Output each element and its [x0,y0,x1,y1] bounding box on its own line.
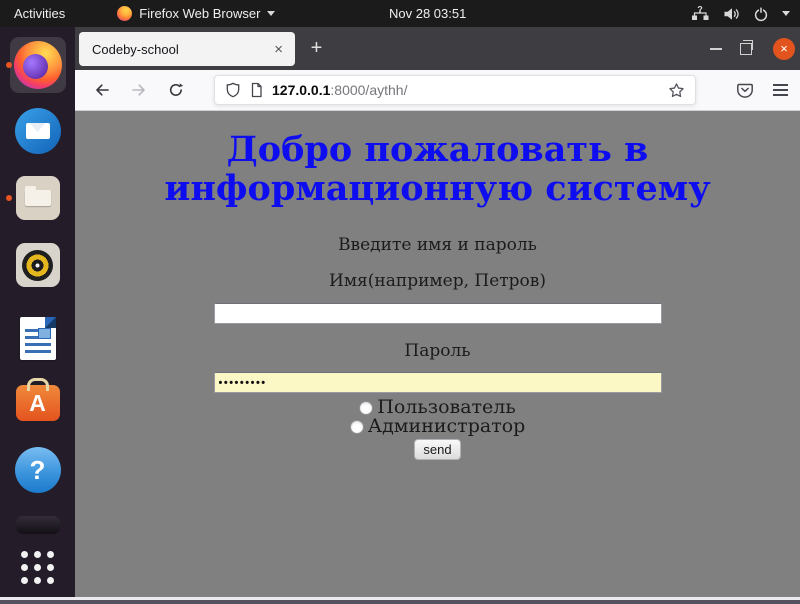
svg-text:?: ? [697,6,703,15]
rhythmbox-icon [16,243,60,287]
running-indicator [6,62,12,68]
show-applications-icon [21,551,54,584]
navigation-toolbar: 127.0.0.1:8000/aythh/ [75,70,800,111]
firefox-icon [14,41,62,89]
back-icon [94,82,110,98]
dock-thunderbird[interactable] [10,103,66,159]
pocket-icon[interactable] [736,82,754,99]
firefox-mini-icon [117,6,132,21]
radio-admin[interactable] [350,420,364,434]
name-input[interactable] [214,303,662,324]
window-bottom-edge [0,597,800,600]
window-controls: × [710,27,795,70]
back-button[interactable] [87,75,117,105]
dock-rhythmbox[interactable] [10,237,66,293]
dark-app-icon [16,516,60,534]
system-status-area[interactable]: ? [691,0,790,27]
ubuntu-dock: A ? [0,27,75,597]
clock[interactable]: Nov 28 03:51 [389,0,466,27]
gnome-top-bar: Activities Firefox Web Browser Nov 28 03… [0,0,800,27]
files-icon [16,176,60,220]
ubuntu-software-icon: A [16,385,60,421]
app-menu-button[interactable]: Firefox Web Browser [117,0,275,27]
network-icon: ? [691,6,710,21]
reload-icon [168,82,184,98]
url-host: 127.0.0.1 [272,82,330,98]
libreoffice-writer-icon [20,317,56,360]
shield-icon[interactable] [225,82,241,98]
restore-icon[interactable] [740,43,752,55]
new-tab-button[interactable]: + [303,35,330,62]
instruction-text: Введите имя и пароль [338,235,537,255]
password-input[interactable] [214,372,662,393]
tab-codeby-school[interactable]: Codeby-school × [79,32,295,66]
app-menu-label: Firefox Web Browser [139,6,260,21]
dock-firefox[interactable] [10,37,66,93]
page-icon[interactable] [249,82,264,98]
password-label: Пароль [404,341,470,361]
dock-libreoffice-writer[interactable] [10,310,66,366]
forward-icon [131,82,147,98]
url-text: 127.0.0.1:8000/aythh/ [272,82,407,98]
page-title: Добро пожаловать в информационную систем… [118,131,758,208]
dock-show-applications[interactable] [10,539,66,595]
tab-title: Codeby-school [92,42,271,57]
tab-bar: Codeby-school × + × [75,27,800,70]
dock-files[interactable] [10,170,66,226]
dock-ubuntu-software[interactable]: A [10,372,66,428]
url-path: :8000/aythh/ [330,82,407,98]
caret-down-icon [267,11,275,16]
running-indicator [6,195,12,201]
volume-icon [723,7,740,21]
role-option-admin: Администратор [350,417,526,436]
forward-button[interactable] [124,75,154,105]
minimize-icon[interactable] [710,48,722,50]
power-icon [753,6,769,22]
url-bar[interactable]: 127.0.0.1:8000/aythh/ [214,75,696,105]
caret-down-icon [782,11,790,16]
send-button[interactable]: send [414,439,460,460]
radio-admin-label: Администратор [368,417,526,436]
help-icon: ? [15,447,61,493]
star-icon[interactable] [668,82,685,99]
dock-dark-app[interactable] [10,514,66,536]
reload-button[interactable] [161,75,191,105]
thunderbird-icon [15,108,61,154]
close-window-button[interactable]: × [773,38,795,60]
firefox-window: Codeby-school × + × [75,27,800,598]
activities-button[interactable]: Activities [0,0,77,27]
dock-help[interactable]: ? [10,442,66,498]
radio-user[interactable] [359,401,373,415]
close-tab-icon[interactable]: × [271,40,286,59]
name-label: Имя(например, Петров) [329,271,546,291]
menu-icon[interactable] [773,84,788,96]
page-content: Добро пожаловать в информационную систем… [75,111,800,597]
